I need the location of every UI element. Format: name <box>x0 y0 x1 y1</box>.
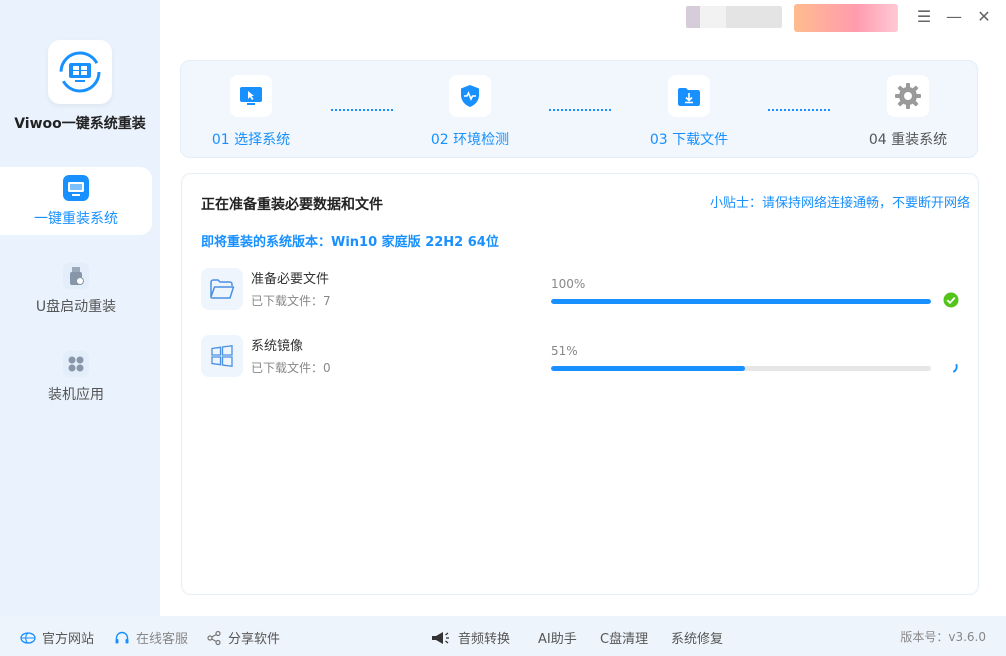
step-download: 03 下载文件 <box>629 75 749 149</box>
minimize-icon[interactable]: — <box>945 8 963 26</box>
task-name: 准备必要文件 <box>251 272 330 287</box>
tip-text: 小贴士：请保持网络连接通畅，不要断开网络 <box>709 196 970 211</box>
link-label: 分享软件 <box>228 632 281 647</box>
step-reinstall: 04 重装系统 <box>848 75 968 149</box>
step-label: 04 重装系统 <box>868 132 948 148</box>
gear-icon <box>887 75 929 117</box>
shield-icon <box>449 75 491 117</box>
ai-assistant-tool[interactable]: AI助手 <box>538 628 577 647</box>
steps-progress: 01 选择系统 02 环境检测 03 下载文件 04 重装系统 <box>180 60 978 158</box>
official-site-link[interactable]: 官方网站 <box>20 628 94 647</box>
megaphone-icon <box>430 630 452 646</box>
progress-fill <box>551 366 745 371</box>
monitor-icon <box>62 174 90 202</box>
task-percent: 51% <box>551 344 578 358</box>
target-system-version: 即将重装的系统版本：Win10 家庭版 22H2 64位 <box>201 235 499 250</box>
loading-spinner-icon <box>953 364 958 373</box>
logo-icon <box>59 51 101 93</box>
step-connector <box>331 109 393 111</box>
folder-icon <box>201 268 243 310</box>
step-connector <box>768 109 830 111</box>
step-label: 01 选择系统 <box>211 132 291 148</box>
tool-label: 系统修复 <box>671 632 724 647</box>
system-repair-tool[interactable]: 系统修复 <box>671 628 723 647</box>
progress-bar <box>551 366 931 371</box>
share-software-link[interactable]: 分享软件 <box>206 628 280 647</box>
progress-fill <box>551 299 931 304</box>
monitor-cursor-icon <box>230 75 272 117</box>
download-folder-icon <box>668 75 710 117</box>
close-icon[interactable]: ✕ <box>975 8 993 26</box>
step-env-check: 02 环境检测 <box>410 75 530 149</box>
c-drive-clean-tool[interactable]: C盘清理 <box>600 628 648 647</box>
link-label: 在线客服 <box>136 632 189 647</box>
version-label: 版本号：v3.6.0 <box>900 630 986 644</box>
tool-label: AI助手 <box>538 632 577 647</box>
headset-icon <box>114 630 130 646</box>
user-info-blurred <box>686 6 782 28</box>
globe-icon <box>20 630 36 646</box>
usb-drive-icon <box>62 262 90 290</box>
sidebar-item-label: U盘启动重装 <box>35 299 117 315</box>
sidebar-item-label: 装机应用 <box>48 387 104 403</box>
footer-bar: 官方网站 在线客服 分享软件 音频转换 AI助手 C盘清理 系统修复 版本号：v… <box>0 616 1006 656</box>
link-label: 官方网站 <box>42 632 95 647</box>
step-label: 02 环境检测 <box>430 132 510 148</box>
audio-convert-tool[interactable]: 音频转换 <box>430 628 510 647</box>
task-name: 系统镜像 <box>251 339 304 354</box>
step-label: 03 下载文件 <box>649 132 729 148</box>
step-select-system: 01 选择系统 <box>191 75 311 149</box>
tool-label: C盘清理 <box>600 632 649 647</box>
download-panel: 正在准备重装必要数据和文件 小贴士：请保持网络连接通畅，不要断开网络 即将重装的… <box>181 173 979 595</box>
step-connector <box>549 109 611 111</box>
user-avatar-blurred[interactable] <box>794 4 898 32</box>
task-file-count: 已下载文件：7 <box>251 294 331 308</box>
menu-icon[interactable]: ☰ <box>915 8 933 26</box>
sidebar-item-reinstall[interactable]: 一键重装系统 <box>0 167 152 235</box>
sidebar-item-usb[interactable]: U盘启动重装 <box>0 255 152 323</box>
tool-label: 音频转换 <box>458 632 511 647</box>
app-title: Viwoo一键系统重装 <box>14 116 146 132</box>
check-circle-icon <box>943 292 959 308</box>
share-icon <box>206 630 222 646</box>
task-row-image: 系统镜像 已下载文件：0 51% <box>201 335 971 395</box>
task-file-count: 已下载文件：0 <box>251 361 331 375</box>
panel-title: 正在准备重装必要数据和文件 <box>201 197 383 213</box>
app-logo <box>48 40 112 104</box>
windows-logo-icon <box>201 335 243 377</box>
apps-grid-icon <box>62 350 90 378</box>
task-row-files: 准备必要文件 已下载文件：7 100% <box>201 268 971 328</box>
sidebar-item-label: 一键重装系统 <box>34 211 118 227</box>
sidebar-item-apps[interactable]: 装机应用 <box>0 343 152 411</box>
progress-bar <box>551 299 931 304</box>
online-support-link[interactable]: 在线客服 <box>114 628 188 647</box>
task-percent: 100% <box>551 277 586 291</box>
sidebar: Viwoo一键系统重装 一键重装系统 U盘启动重装 装机应用 <box>0 0 160 616</box>
